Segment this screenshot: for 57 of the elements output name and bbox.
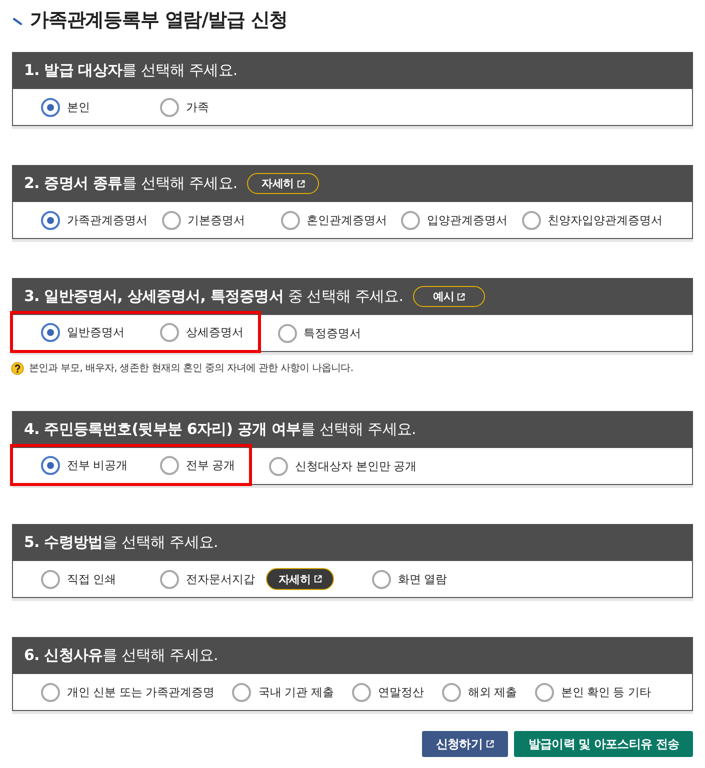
radio-button[interactable]	[269, 456, 288, 476]
header-button[interactable]: 예시	[413, 286, 486, 307]
radio-button[interactable]	[41, 98, 60, 116]
header-button[interactable]: 자세히	[247, 173, 320, 194]
radio-button[interactable]	[160, 570, 179, 588]
radio-option[interactable]: 특정증명서	[278, 324, 361, 342]
action-button[interactable]: 발급이력 및 아포스티유 전송	[514, 731, 693, 757]
radio-option[interactable]: 연말정산	[352, 682, 424, 702]
radio-option[interactable]: 국내 기관 제출	[232, 682, 334, 702]
radio-button[interactable]	[160, 322, 179, 342]
radio-option[interactable]: 전부 비공개	[41, 456, 128, 474]
section-heading: 1. 발급 대상자를 선택해 주세요.	[24, 61, 238, 80]
radio-option[interactable]: 혼인관계증명서	[280, 210, 387, 230]
radio-button[interactable]	[278, 324, 296, 342]
radio-button[interactable]	[41, 456, 60, 474]
section-heading: 6. 신청사유를 선택해 주세요.	[24, 646, 218, 665]
radio-option[interactable]: 상세증명서	[160, 322, 244, 342]
radio-button[interactable]	[401, 210, 420, 230]
radio-button[interactable]	[41, 210, 60, 230]
radio-option[interactable]: 직접 인쇄	[41, 570, 116, 588]
radio-button[interactable]	[232, 682, 252, 702]
radio-option[interactable]: 신청대상자 본인만 공개	[269, 456, 416, 476]
section-heading: 3. 일반증명서, 상세증명서, 특정증명서 중 선택해 주세요.	[24, 287, 404, 306]
radio-button[interactable]	[372, 570, 391, 588]
note-text: 본인과 부모, 배우자, 생존한 현재의 혼인 중의 자녀에 관한 사항이 나옵니다.	[29, 362, 354, 375]
radio-button[interactable]	[160, 456, 179, 474]
radio-option[interactable]: 가족	[160, 98, 209, 116]
page-title: 가족관계등록부 열람/발급 신청	[30, 8, 288, 32]
radio-button[interactable]	[442, 682, 461, 702]
radio-button[interactable]	[41, 322, 60, 342]
radio-option[interactable]: 입양관계증명서	[401, 210, 508, 230]
radio-button[interactable]	[534, 682, 554, 702]
radio-button[interactable]	[41, 682, 60, 702]
radio-option[interactable]: 화면 열람	[372, 570, 448, 588]
radio-button[interactable]	[160, 98, 179, 116]
radio-button[interactable]	[162, 210, 180, 230]
radio-button[interactable]	[41, 570, 60, 588]
title-marker-icon	[13, 18, 22, 25]
radio-button[interactable]	[280, 210, 300, 230]
radio-option[interactable]: 가족관계증명서	[41, 210, 148, 230]
section-heading: 4. 주민등록번호(뒷부분 6자리) 공개 여부를 선택해 주세요.	[24, 420, 416, 439]
section-heading: 5. 수령방법을 선택해 주세요.	[24, 533, 218, 552]
radio-option[interactable]: 일반증명서	[41, 322, 124, 342]
radio-option[interactable]: 기본증명서	[162, 210, 245, 230]
radio-option[interactable]: 전자문서지갑	[160, 570, 255, 588]
radio-option[interactable]: 전부 공개	[160, 456, 236, 474]
radio-option[interactable]: 개인 신분 또는 가족관계증명	[41, 682, 214, 702]
details-button[interactable]: 자세히	[266, 568, 334, 590]
radio-option[interactable]: 해외 제출	[442, 682, 517, 702]
radio-option[interactable]: 본인 확인 등 기타	[534, 682, 651, 702]
radio-button[interactable]	[522, 210, 540, 230]
section-heading: 2. 증명서 종류를 선택해 주세요.	[24, 174, 238, 193]
radio-option[interactable]: 본인	[41, 98, 90, 116]
help-icon	[11, 362, 24, 374]
radio-button[interactable]	[352, 682, 371, 702]
submit-button[interactable]: 신청하기	[422, 731, 508, 757]
radio-option[interactable]: 친양자입양관계증명서	[522, 210, 662, 230]
